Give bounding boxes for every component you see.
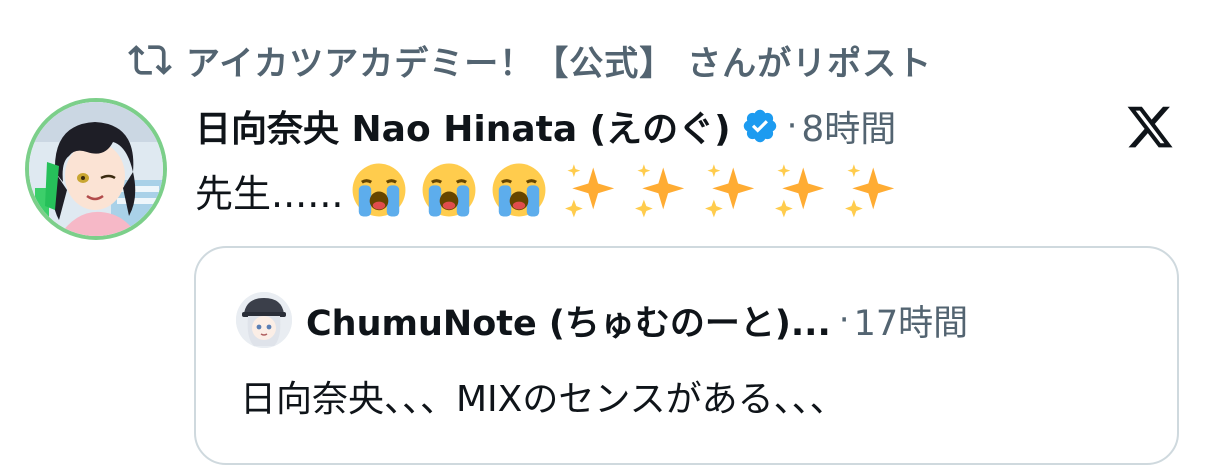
repost-card[interactable]: アイカツアカデミー！【公式】 さんがリポスト 日向奈央 Nao Hinata (… [0,0,1206,469]
sparkles-icon [705,164,755,218]
avatar-illustration [29,102,163,236]
author-name[interactable]: 日向奈央 Nao Hinata (えのぐ) [195,100,731,152]
author-line: 日向奈央 Nao Hinata (えのぐ) · 8時間 [195,98,896,154]
loudly-crying-face-icon [353,163,406,217]
separator-dot: · [786,106,798,146]
loudly-crying-face-icon [423,163,476,217]
sparkles-icon [775,164,825,218]
sparkles-icon [845,164,895,218]
quoted-post[interactable]: ChumuNote (ちゅむのーと)... · 17時間 日向奈央、、、MIXの… [194,246,1179,465]
quoted-avatar-illustration [236,292,292,348]
quoted-separator-dot: · [838,300,850,340]
post-text-body: 先生...... [195,171,344,216]
repost-label: アイカツアカデミー！【公式】 さんがリポスト [186,43,933,84]
quoted-author-avatar[interactable] [236,292,292,348]
loudly-crying-face-icon [493,163,546,217]
verified-badge-icon[interactable] [741,107,779,145]
post-timestamp[interactable]: 8時間 [801,100,896,152]
sparkles-icon [565,164,615,218]
repost-header[interactable]: アイカツアカデミー！【公式】 さんがリポスト [128,34,932,86]
sparkles-icon [635,164,685,218]
repost-icon [128,45,172,75]
author-avatar[interactable] [25,98,167,240]
quoted-author-name[interactable]: ChumuNote (ちゅむのーと)... [306,295,831,346]
post-text: 先生...... [195,160,911,220]
quoted-post-text: 日向奈央、、、MIXのセンスがある、、、 [240,379,846,420]
quoted-post-header: ChumuNote (ちゅむのーと)... · 17時間 [236,292,968,348]
emoji-group [351,161,911,219]
quoted-timestamp[interactable]: 17時間 [854,295,969,346]
x-logo-icon[interactable] [1125,102,1175,152]
